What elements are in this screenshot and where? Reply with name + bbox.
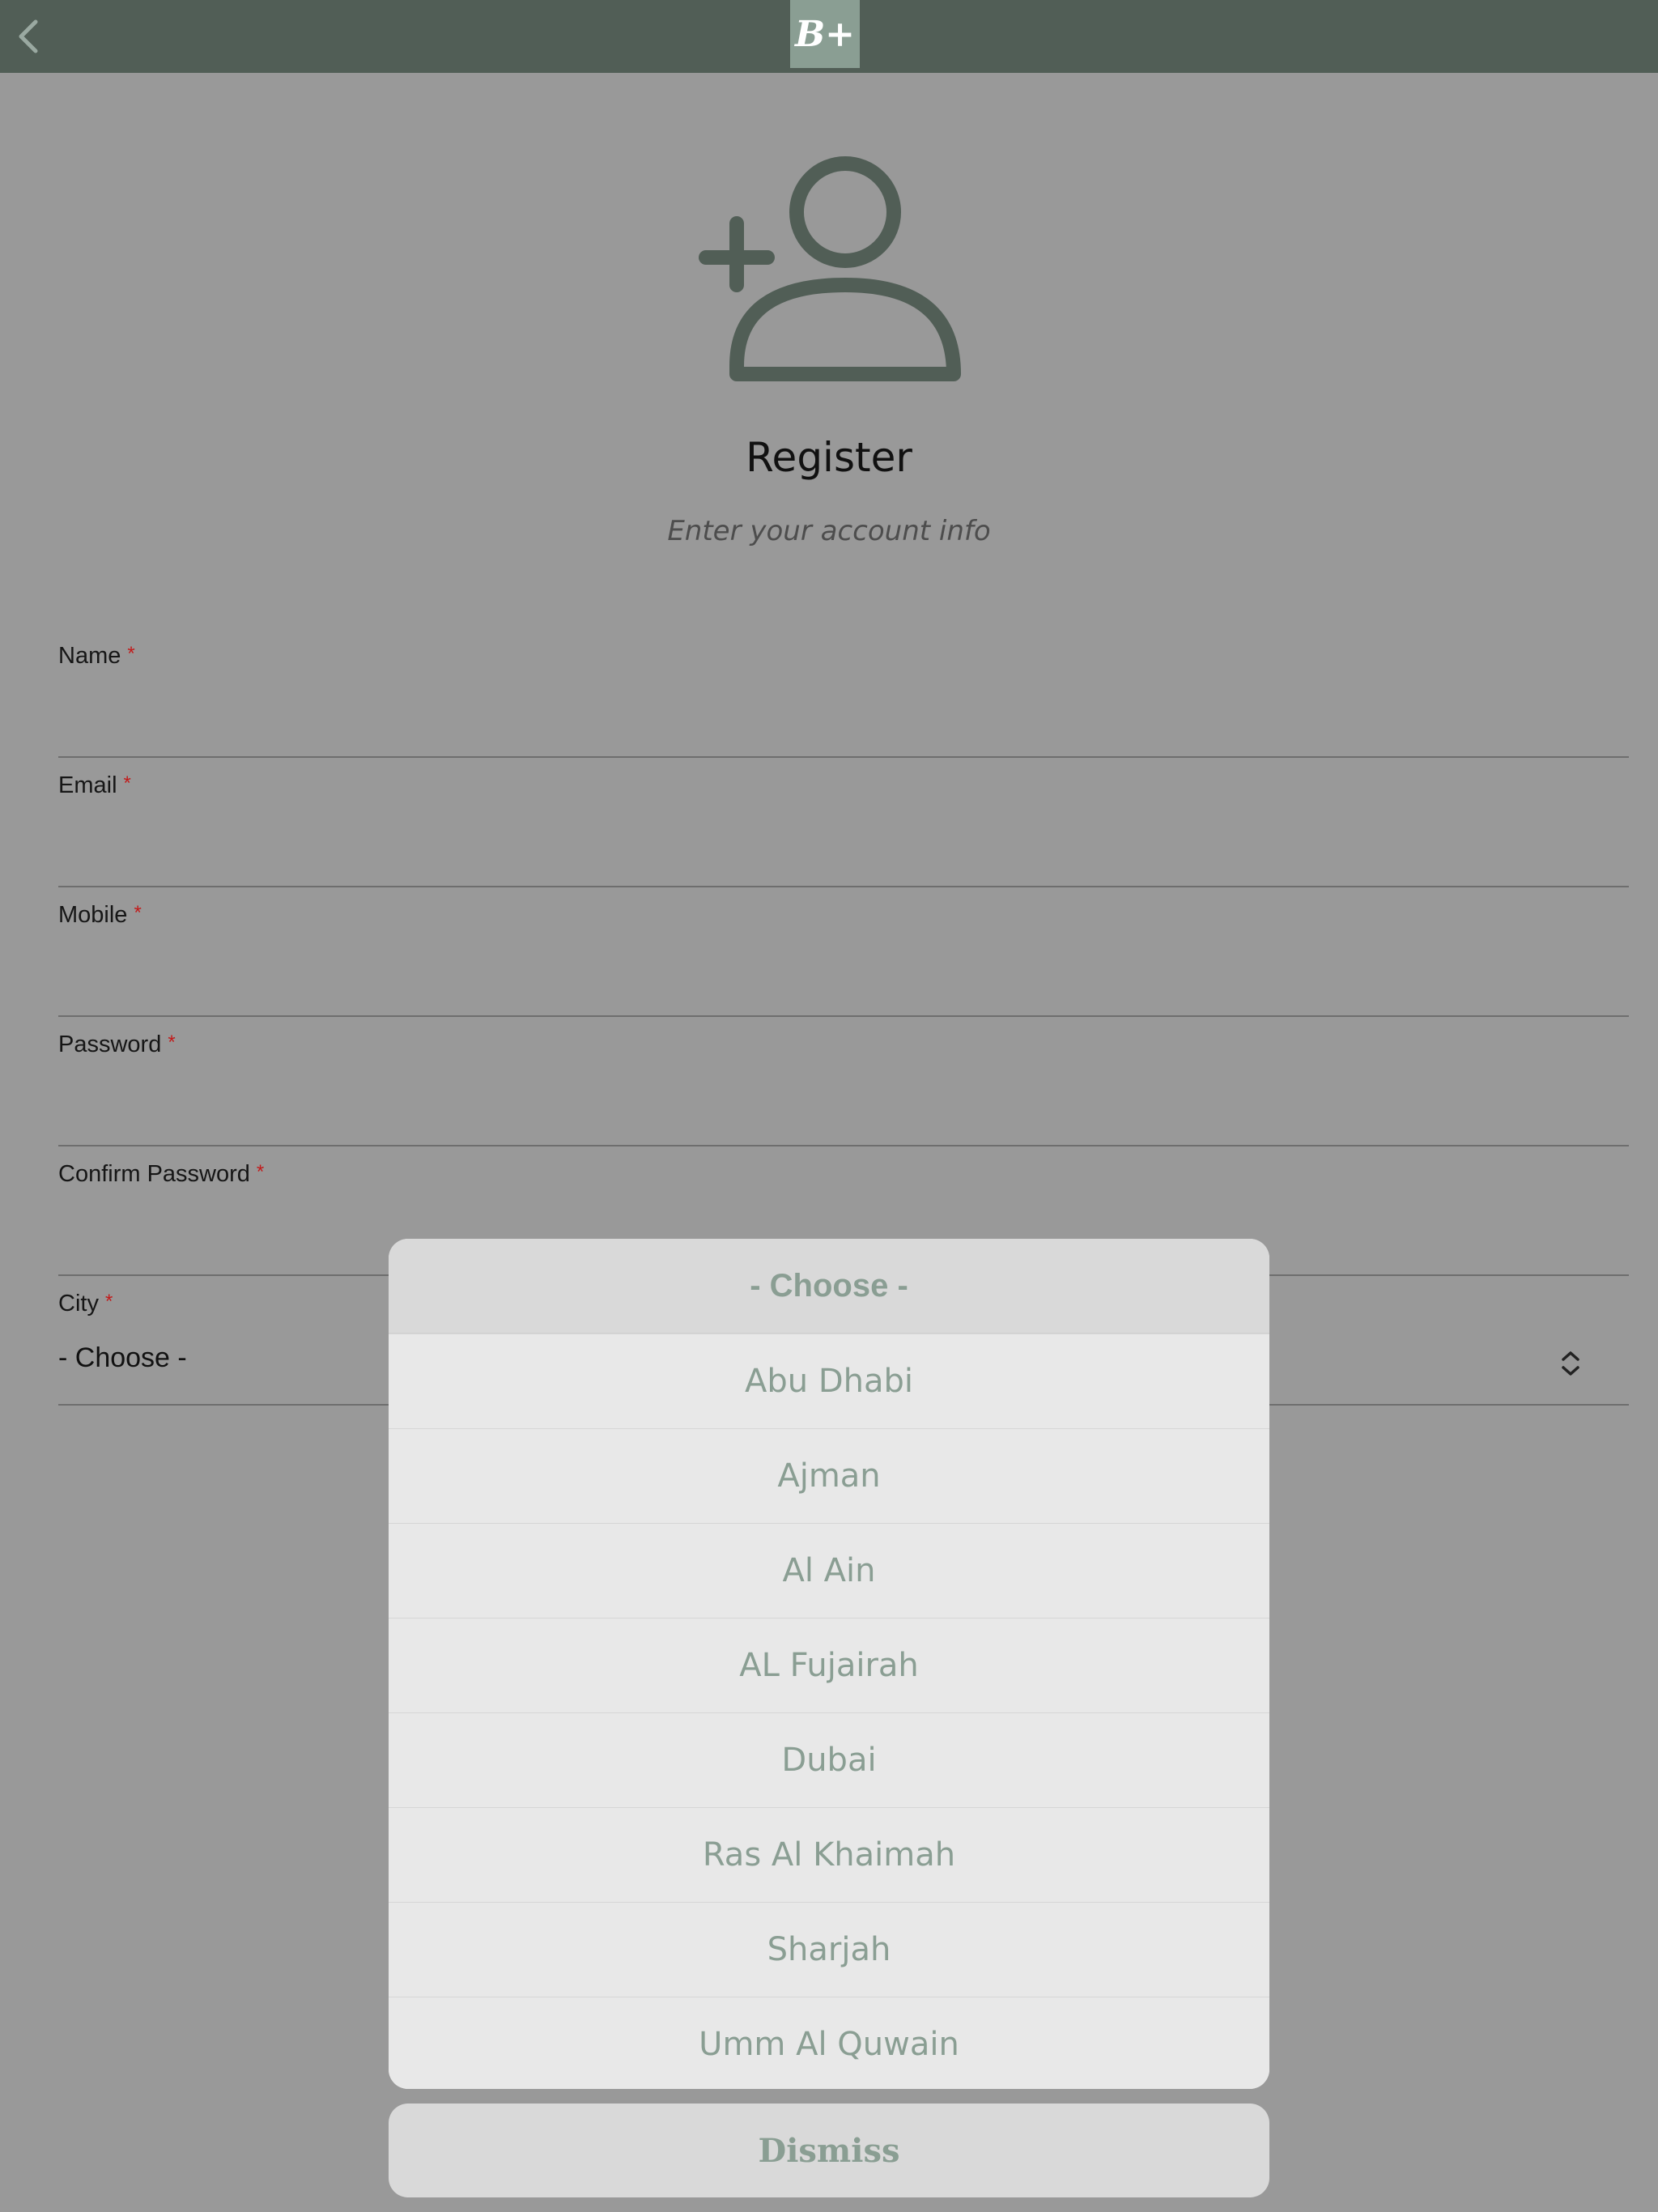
password-label: Password * [58,1032,176,1057]
confirm-password-label: Confirm Password * [58,1161,265,1187]
city-select-value: - Choose - [58,1342,187,1373]
brand-logo: B+ [790,0,860,68]
user-plus-icon [699,156,961,381]
page-title: Register [746,434,912,481]
picker-option-al-fujairah[interactable]: AL Fujairah [389,1618,1269,1712]
name-input[interactable] [58,703,1632,753]
picker-option-sharjah[interactable]: Sharjah [389,1902,1269,1997]
chevron-left-icon [19,19,38,53]
picker-option-ajman[interactable]: Ajman [389,1428,1269,1523]
city-label: City * [58,1291,113,1317]
city-picker-sheet: - Choose - Abu Dhabi Ajman Al Ain AL Fuj… [389,1239,1269,2089]
picker-option-umm-al-quwain[interactable]: Umm Al Quwain [389,1997,1269,2089]
password-input[interactable] [58,1091,1632,1142]
mobile-field[interactable]: Mobile * [58,902,1632,1017]
register-screen: B+ Register Enter your account info Name… [0,0,1658,2212]
email-input[interactable] [58,832,1632,883]
mobile-label: Mobile * [58,902,142,928]
name-label: Name * [58,643,135,669]
back-button[interactable] [8,16,49,57]
picker-header: - Choose - [389,1239,1269,1334]
mobile-input[interactable] [58,962,1632,1012]
password-field[interactable]: Password * [58,1032,1632,1146]
name-field[interactable]: Name * [58,643,1632,758]
chevron-up-down-icon [1562,1351,1579,1376]
picker-option-al-ain[interactable]: Al Ain [389,1523,1269,1618]
page-subtitle: Enter your account info [667,515,991,547]
picker-option-abu-dhabi[interactable]: Abu Dhabi [389,1334,1269,1428]
picker-option-ras-al-khaimah[interactable]: Ras Al Khaimah [389,1807,1269,1902]
dismiss-button[interactable]: Dismiss [389,2104,1269,2197]
picker-option-dubai[interactable]: Dubai [389,1712,1269,1807]
email-label: Email * [58,772,131,798]
email-field[interactable]: Email * [58,772,1632,887]
top-bar: B+ [0,0,1658,73]
